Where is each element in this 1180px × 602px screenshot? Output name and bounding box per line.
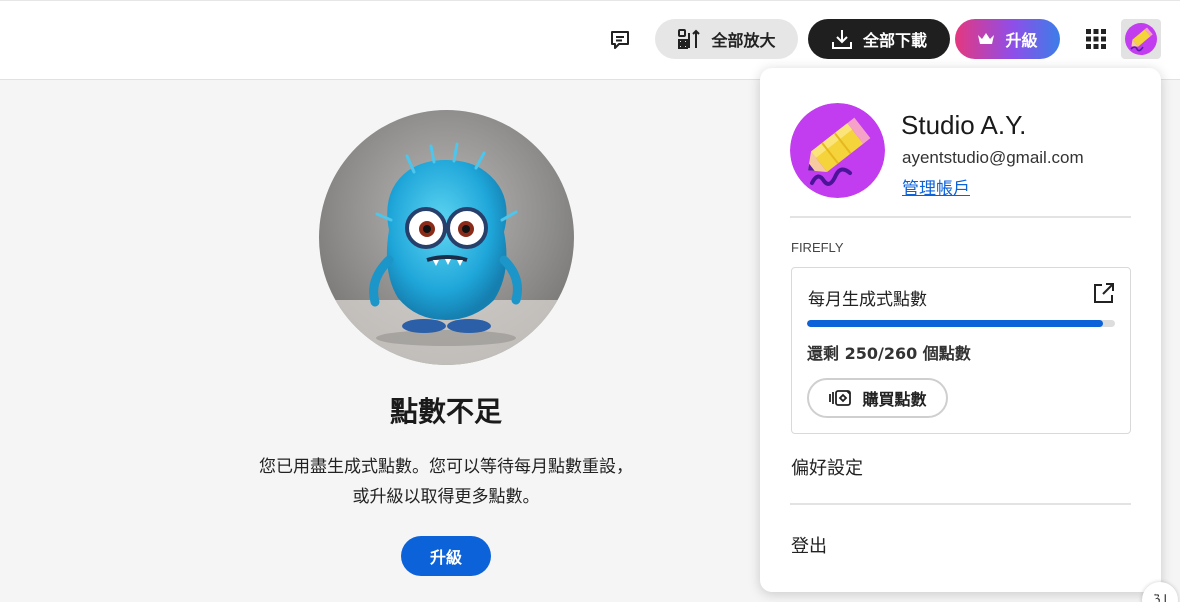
preferences-item[interactable]: 偏好設定 [791, 454, 863, 480]
download-all-button[interactable]: 全部下載 [808, 19, 950, 59]
comment-icon[interactable] [606, 26, 634, 54]
credits-card: 每月生成式點數 還剩 250/260 個點數 購買點數 [791, 267, 1131, 434]
app-grid-icon[interactable] [1082, 25, 1110, 53]
main-upgrade-button[interactable]: 升級 [401, 536, 491, 576]
buy-credits-button[interactable]: 購買點數 [807, 378, 948, 418]
account-email: ayentstudio@gmail.com [902, 148, 1084, 167]
top-border [0, 0, 1180, 1]
credits-progress-fill [807, 320, 1104, 327]
divider [790, 216, 1131, 218]
crown-icon [977, 31, 995, 47]
page-description: 您已用盡生成式點數。您可以等待每月點數重設， 或升級以取得更多點數。 [196, 452, 696, 512]
monster-illustration [319, 110, 574, 365]
divider [790, 503, 1131, 505]
credits-progress-bar [807, 320, 1115, 327]
download-icon [831, 28, 853, 50]
profile-avatar-button[interactable] [1121, 19, 1161, 59]
description-line-2: 或升級以取得更多點數。 [352, 487, 540, 507]
external-link-icon[interactable] [1092, 281, 1116, 305]
credits-title: 每月生成式點數 [808, 290, 927, 310]
credits-remaining: 還剩 250/260 個點數 [807, 344, 971, 363]
buy-credits-label: 購買點數 [862, 390, 927, 409]
manage-account-link[interactable]: 管理帳戶 [902, 174, 970, 199]
avatar [1125, 23, 1157, 55]
zoom-all-label: 全部放大 [711, 31, 776, 50]
zoom-all-button[interactable]: 全部放大 [655, 19, 798, 59]
page-title: 點數不足 [389, 395, 502, 428]
upgrade-label: 升級 [1005, 31, 1038, 50]
sign-out-item[interactable]: 登出 [791, 532, 827, 558]
upscale-icon [677, 28, 701, 50]
upgrade-button[interactable]: 升級 [955, 19, 1060, 59]
account-popover: Studio A.Y. ayentstudio@gmail.com 管理帳戶 F… [760, 68, 1161, 592]
section-label: FIREFLY [791, 240, 844, 255]
account-name: Studio A.Y. [901, 110, 1027, 140]
description-line-1: 您已用盡生成式點數。您可以等待每月點數重設， [259, 457, 633, 477]
download-all-label: 全部下載 [862, 31, 927, 50]
credits-icon [828, 389, 852, 407]
account-avatar [790, 103, 885, 198]
